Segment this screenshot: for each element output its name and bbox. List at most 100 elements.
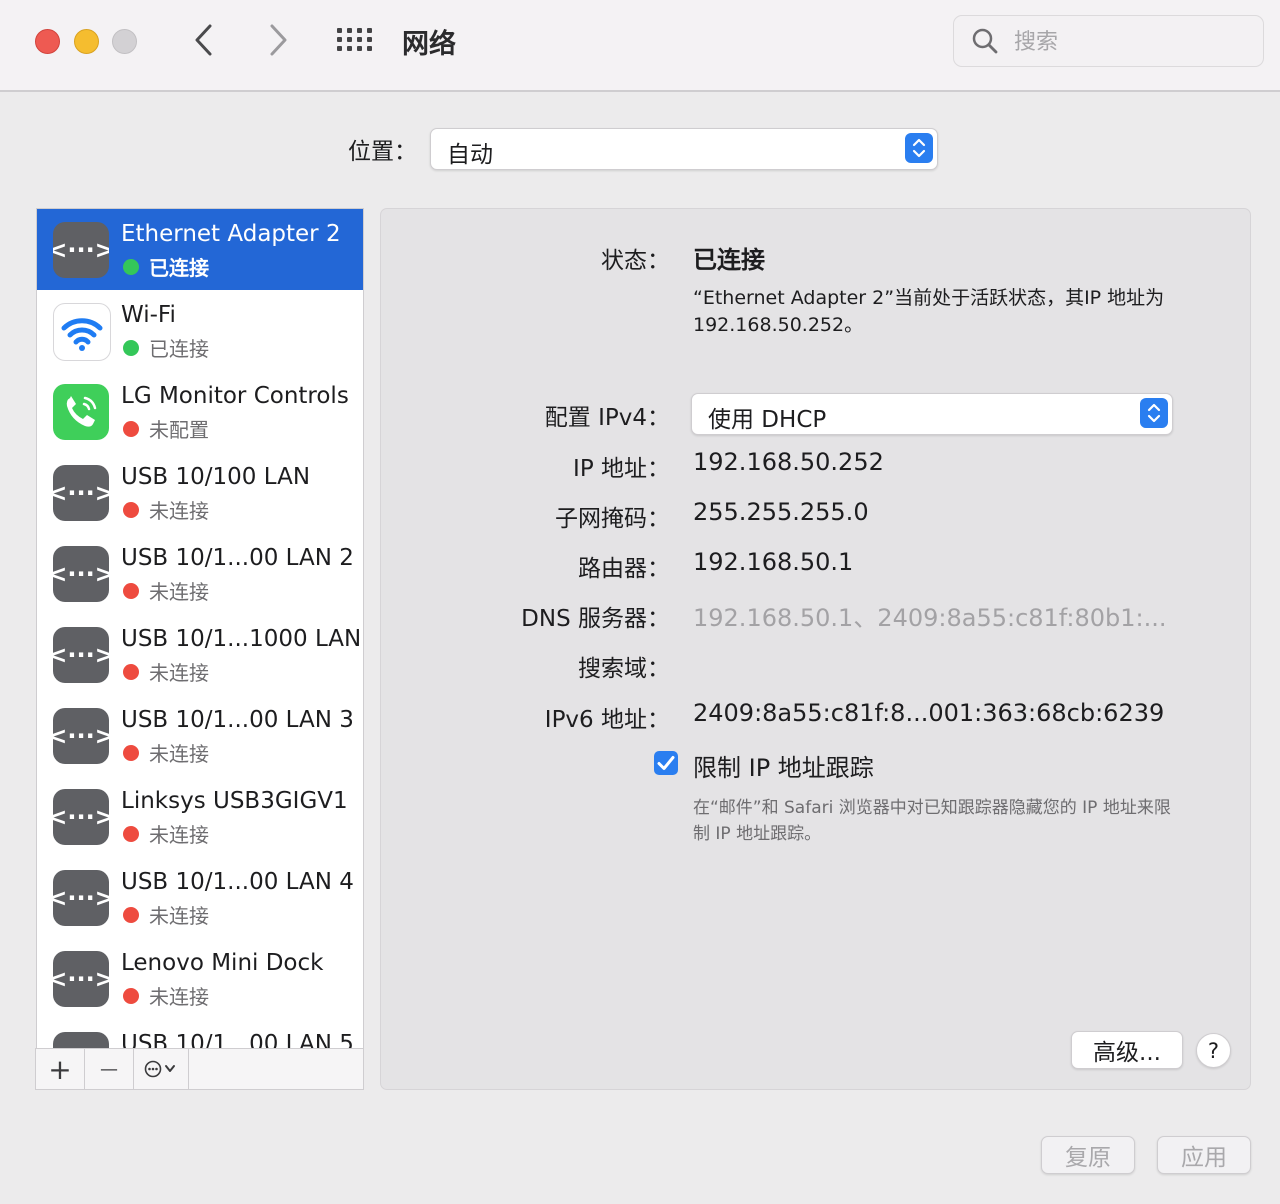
svg-text:<···>: <···> (53, 803, 109, 831)
svg-text:<···>: <···> (53, 641, 109, 669)
status-dot (123, 664, 139, 680)
subnet-mask-label: 子网掩码： (555, 506, 670, 532)
limit-ip-tracking-note: 在“邮件”和 Safari 浏览器中对已知跟踪器隐藏您的 IP 地址来限制 IP… (693, 798, 1171, 844)
status-dot (123, 745, 139, 761)
service-name: USB 10/1...00 LAN 3 (121, 707, 354, 733)
service-item-wifi[interactable]: Wi-Fi 已连接 (37, 290, 363, 371)
service-item-lenovo-mini-dock[interactable]: <···> Lenovo Mini Dock 未连接 (37, 938, 363, 1019)
svg-text:<···>: <···> (53, 722, 109, 750)
remove-service-button[interactable]: — (85, 1049, 134, 1089)
help-button[interactable]: ? (1196, 1033, 1231, 1068)
service-name: USB 10/1...00 LAN 2 (121, 545, 354, 571)
status-dot (123, 340, 139, 356)
service-item-usb-1000-lan[interactable]: <···> USB 10/1...1000 LAN 未连接 (37, 614, 363, 695)
ip-address-value: 192.168.50.252 (693, 448, 884, 476)
status-label: 状态： (601, 248, 670, 274)
status-description: “Ethernet Adapter 2”当前处于活跃状态，其IP 地址为 192… (693, 287, 1165, 336)
minimize-window-button[interactable] (74, 29, 99, 54)
status-dot (123, 988, 139, 1004)
minus-icon: — (100, 1058, 118, 1080)
service-status: 已连接 (149, 337, 209, 361)
service-list[interactable]: <···> Ethernet Adapter 2 已连接 Wi-Fi 已连接 (36, 208, 364, 1050)
configure-ipv4-label: 配置 IPv4： (544, 405, 670, 431)
svg-text:<···>: <···> (53, 560, 109, 588)
service-name: Ethernet Adapter 2 (121, 221, 341, 247)
ip-address-label: IP 地址： (573, 456, 670, 482)
svg-text:<···>: <···> (53, 236, 109, 264)
ethernet-icon: <···> (47, 222, 115, 278)
ethernet-icon: <···> (47, 708, 115, 764)
ethernet-icon: <···> (47, 465, 115, 521)
ethernet-icon: <···> (47, 627, 115, 683)
limit-ip-tracking-checkbox[interactable] (654, 751, 678, 775)
ethernet-icon: <···> (47, 951, 115, 1007)
service-item-usb-lan-5[interactable]: <···> USB 10/1...00 LAN 5 (37, 1019, 363, 1049)
popup-arrows-icon (905, 133, 933, 163)
dns-server-label: DNS 服务器： (521, 606, 670, 632)
revert-button[interactable]: 复原 (1041, 1136, 1135, 1174)
wifi-icon (53, 303, 111, 361)
ethernet-icon: <···> (47, 546, 115, 602)
service-name: USB 10/1...00 LAN 4 (121, 869, 354, 895)
location-value: 自动 (447, 142, 493, 168)
status-value: 已连接 (693, 246, 765, 274)
apply-button[interactable]: 应用 (1157, 1136, 1251, 1174)
service-status: 未连接 (149, 985, 209, 1009)
service-status: 未连接 (149, 499, 209, 523)
location-popup[interactable]: 自动 (430, 128, 938, 170)
advanced-button[interactable]: 高级... (1071, 1031, 1183, 1069)
back-button[interactable] (190, 22, 220, 58)
title-bar: 网络 (0, 0, 1280, 92)
service-item-lg-monitor-controls[interactable]: LG Monitor Controls 未配置 (37, 371, 363, 452)
status-dot (123, 421, 139, 437)
service-item-ethernet-adapter-2[interactable]: <···> Ethernet Adapter 2 已连接 (37, 209, 363, 290)
service-item-usb-10-100-lan[interactable]: <···> USB 10/100 LAN 未连接 (37, 452, 363, 533)
service-status: 未连接 (149, 580, 209, 604)
checkmark-icon (657, 756, 675, 770)
service-detail-pane: 状态： 已连接 “Ethernet Adapter 2”当前处于活跃状态，其IP… (380, 208, 1251, 1090)
plus-icon: + (48, 1052, 72, 1086)
service-status: 未连接 (149, 904, 209, 928)
action-menu-button[interactable] (134, 1049, 189, 1089)
service-name: LG Monitor Controls (121, 383, 349, 409)
show-all-button[interactable] (337, 28, 373, 52)
service-item-usb-lan-2[interactable]: <···> USB 10/1...00 LAN 2 未连接 (37, 533, 363, 614)
service-item-usb-lan-4[interactable]: <···> USB 10/1...00 LAN 4 未连接 (37, 857, 363, 938)
svg-text:<···>: <···> (53, 884, 109, 912)
zoom-window-button[interactable] (112, 29, 137, 54)
search-field[interactable] (953, 15, 1264, 67)
ipv6-address-label: IPv6 地址： (544, 707, 670, 733)
subnet-mask-value: 255.255.255.0 (693, 498, 869, 526)
service-name: Linksys USB3GIGV1 (121, 788, 348, 814)
service-status: 未配置 (149, 418, 209, 442)
chevron-left-icon (195, 24, 212, 56)
chevron-right-icon (270, 24, 287, 56)
service-status: 已连接 (149, 256, 209, 280)
configure-ipv4-popup[interactable]: 使用 DHCP (691, 393, 1173, 435)
ethernet-icon: <···> (47, 789, 115, 845)
search-input[interactable] (1012, 24, 1251, 60)
service-name: Wi-Fi (121, 302, 176, 328)
close-window-button[interactable] (35, 29, 60, 54)
dns-server-value: 192.168.50.1、2409:8a55:c81f:80b1:... (693, 604, 1167, 632)
router-label: 路由器： (578, 556, 670, 582)
service-item-linksys-usb3gigv1[interactable]: <···> Linksys USB3GIGV1 未连接 (37, 776, 363, 857)
window-title: 网络 (402, 29, 456, 60)
service-status: 未连接 (149, 661, 209, 685)
status-dot (123, 826, 139, 842)
status-dot (123, 907, 139, 923)
forward-button[interactable] (262, 22, 292, 58)
search-icon (972, 28, 998, 54)
service-item-usb-lan-3[interactable]: <···> USB 10/1...00 LAN 3 未连接 (37, 695, 363, 776)
limit-ip-tracking-label[interactable]: 限制 IP 地址跟踪 (693, 748, 874, 783)
service-name: Lenovo Mini Dock (121, 950, 324, 976)
phone-icon (53, 384, 109, 440)
status-dot (123, 583, 139, 599)
location-label: 位置： (348, 139, 417, 165)
status-dot (123, 502, 139, 518)
service-name: USB 10/1...1000 LAN (121, 626, 362, 652)
configure-ipv4-value: 使用 DHCP (708, 407, 827, 433)
svg-text:<···>: <···> (53, 965, 109, 993)
add-service-button[interactable]: + (36, 1049, 85, 1089)
service-list-toolbar: + — (35, 1048, 364, 1090)
